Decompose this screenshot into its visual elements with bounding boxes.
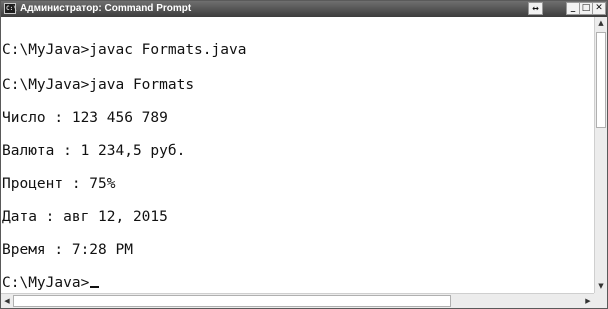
vertical-scroll-thumb[interactable] [596, 32, 606, 128]
horizontal-scrollbar[interactable]: ◀ ▶ [1, 293, 594, 308]
minimize-button[interactable]: _ [566, 2, 580, 15]
vertical-scrollbar[interactable]: ▲ ▼ [594, 17, 607, 293]
text-cursor [90, 286, 100, 288]
console-line: Валюта : 1 234,5 руб. [2, 143, 186, 159]
console-line: Число : 123 456 789 [2, 110, 168, 126]
scroll-left-arrow-icon[interactable]: ◀ [1, 294, 13, 308]
scroll-up-arrow-icon[interactable]: ▲ [595, 17, 607, 30]
console-output[interactable]: C:\MyJava>javac Formats.java C:\MyJava>j… [1, 17, 594, 293]
close-button[interactable]: ✕ [592, 2, 606, 15]
console-line: C:\MyJava>java Formats [2, 77, 195, 93]
console-line: C:\MyJava>javac Formats.java [2, 42, 247, 58]
command-prompt-window: C:\ Администратор: Command Prompt ↔ _ □ … [0, 0, 608, 309]
window-title: Администратор: Command Prompt [20, 3, 192, 14]
resize-icon[interactable]: ↔ [528, 2, 543, 15]
console-line: Процент : 75% [2, 176, 116, 192]
horizontal-scroll-thumb[interactable] [13, 295, 451, 307]
size-grip[interactable] [594, 293, 607, 308]
scroll-down-arrow-icon[interactable]: ▼ [595, 280, 607, 293]
console-line: Время : 7:28 PM [2, 242, 133, 258]
title-bar[interactable]: C:\ Администратор: Command Prompt ↔ _ □ … [1, 1, 607, 17]
scroll-right-arrow-icon[interactable]: ▶ [582, 294, 594, 308]
console-icon[interactable]: C:\ [4, 3, 17, 14]
console-line: Дата : авг 12, 2015 [2, 209, 168, 225]
maximize-button[interactable]: □ [579, 2, 593, 15]
prompt-text: C:\MyJava> [2, 275, 90, 291]
console-prompt-line: C:\MyJava> [2, 275, 100, 292]
